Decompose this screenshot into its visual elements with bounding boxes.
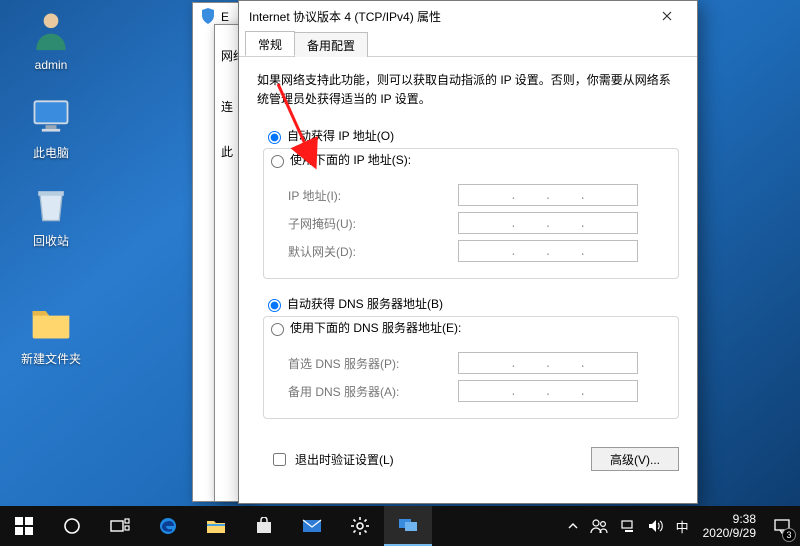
desktop-icon-label: admin [14, 58, 88, 72]
checkbox-validate[interactable] [273, 453, 286, 466]
dialog-title: Internet 协议版本 4 (TCP/IPv4) 属性 [249, 8, 441, 25]
radio-auto-ip-row: 自动获得 IP 地址(O) [263, 127, 679, 144]
folder-icon [27, 298, 75, 346]
recycle-bin-icon [27, 180, 75, 228]
desktop-icon-new-folder[interactable]: 新建文件夹 [14, 298, 88, 367]
tab-strip: 常规 备用配置 [239, 31, 697, 57]
bgwin-title-fragment: E [221, 10, 229, 24]
advanced-button[interactable]: 高级(V)... [591, 447, 679, 471]
input-ip[interactable]: ... [458, 184, 638, 206]
radio-manual-dns[interactable] [271, 323, 284, 336]
desktop-icon-recycle-bin[interactable]: 回收站 [14, 180, 88, 249]
info-text: 如果网络支持此功能，则可以获取自动指派的 IP 设置。否则，你需要从网络系统管理… [257, 71, 679, 109]
taskbar: 中 9:38 2020/9/29 3 [0, 506, 800, 546]
lbl-ip: IP 地址(I): [288, 187, 458, 204]
dialog-footer: 退出时验证设置(L) 高级(V)... [239, 445, 697, 483]
dialog-content: 如果网络支持此功能，则可以获取自动指派的 IP 设置。否则，你需要从网络系统管理… [239, 57, 697, 445]
task-view-button[interactable] [96, 506, 144, 546]
close-button[interactable] [647, 2, 687, 30]
taskbar-app-mail[interactable] [288, 506, 336, 546]
ip-group: 自动获得 IP 地址(O) 使用下面的 IP 地址(S): IP 地址(I): … [257, 127, 679, 279]
cortana-button[interactable] [48, 506, 96, 546]
lbl-dns1: 首选 DNS 服务器(P): [288, 355, 458, 372]
dns-group: 自动获得 DNS 服务器地址(B) 使用下面的 DNS 服务器地址(E): 首选… [257, 295, 679, 419]
notification-badge: 3 [782, 528, 796, 542]
ipv4-properties-dialog: Internet 协议版本 4 (TCP/IPv4) 属性 常规 备用配置 如果… [238, 0, 698, 504]
desktop-icon-this-pc[interactable]: 此电脑 [14, 92, 88, 161]
radio-manual-ip[interactable] [271, 155, 284, 168]
shield-icon [201, 8, 215, 27]
tray-ime-indicator[interactable]: 中 [670, 506, 695, 546]
lbl-gateway: 默认网关(D): [288, 243, 458, 260]
tray-volume-icon[interactable] [642, 506, 670, 546]
input-mask[interactable]: ... [458, 212, 638, 234]
desktop-icon-label: 新建文件夹 [14, 350, 88, 367]
taskbar-app-edge[interactable] [144, 506, 192, 546]
checkbox-validate-row: 退出时验证设置(L) [269, 450, 394, 469]
tray-chevron-up-icon[interactable] [562, 506, 584, 546]
desktop-icon-label: 回收站 [14, 232, 88, 249]
tray-people-icon[interactable] [584, 506, 614, 546]
radio-auto-dns-label: 自动获得 DNS 服务器地址(B) [287, 295, 443, 312]
radio-manual-ip-head: 使用下面的 IP 地址(S): [263, 148, 679, 170]
tab-alternate[interactable]: 备用配置 [294, 32, 368, 57]
tray-notifications[interactable]: 3 [764, 506, 800, 546]
start-button[interactable] [0, 506, 48, 546]
radio-manual-dns-label: 使用下面的 DNS 服务器地址(E): [290, 319, 461, 336]
tray-network-icon[interactable] [614, 506, 642, 546]
radio-auto-dns-row: 自动获得 DNS 服务器地址(B) [263, 295, 679, 312]
system-tray: 中 9:38 2020/9/29 3 [562, 506, 800, 546]
taskbar-app-settings[interactable] [336, 506, 384, 546]
tray-time: 9:38 [733, 512, 756, 526]
checkbox-validate-label: 退出时验证设置(L) [295, 451, 394, 468]
radio-manual-dns-head: 使用下面的 DNS 服务器地址(E): [263, 316, 679, 338]
manual-dns-fields: 首选 DNS 服务器(P): ... 备用 DNS 服务器(A): ... [263, 336, 679, 419]
input-gateway[interactable]: ... [458, 240, 638, 262]
taskbar-app-store[interactable] [240, 506, 288, 546]
pc-icon [27, 92, 75, 140]
tray-clock[interactable]: 9:38 2020/9/29 [695, 510, 764, 543]
input-dns1[interactable]: ... [458, 352, 638, 374]
radio-auto-dns[interactable] [268, 299, 281, 312]
user-icon [27, 6, 75, 54]
input-dns2[interactable]: ... [458, 380, 638, 402]
taskbar-app-network[interactable] [384, 506, 432, 546]
radio-manual-ip-label: 使用下面的 IP 地址(S): [290, 151, 411, 168]
lbl-mask: 子网掩码(U): [288, 215, 458, 232]
desktop-icon-user[interactable]: admin [14, 6, 88, 72]
manual-ip-fields: IP 地址(I): ... 子网掩码(U): ... 默认网关(D): ... [263, 168, 679, 279]
radio-auto-ip-label: 自动获得 IP 地址(O) [287, 127, 394, 144]
tab-general[interactable]: 常规 [245, 31, 295, 56]
lbl-dns2: 备用 DNS 服务器(A): [288, 383, 458, 400]
tray-date: 2020/9/29 [703, 526, 756, 540]
desktop-icon-label: 此电脑 [14, 144, 88, 161]
radio-auto-ip[interactable] [268, 131, 281, 144]
dialog-titlebar[interactable]: Internet 协议版本 4 (TCP/IPv4) 属性 [239, 1, 697, 31]
taskbar-app-explorer[interactable] [192, 506, 240, 546]
